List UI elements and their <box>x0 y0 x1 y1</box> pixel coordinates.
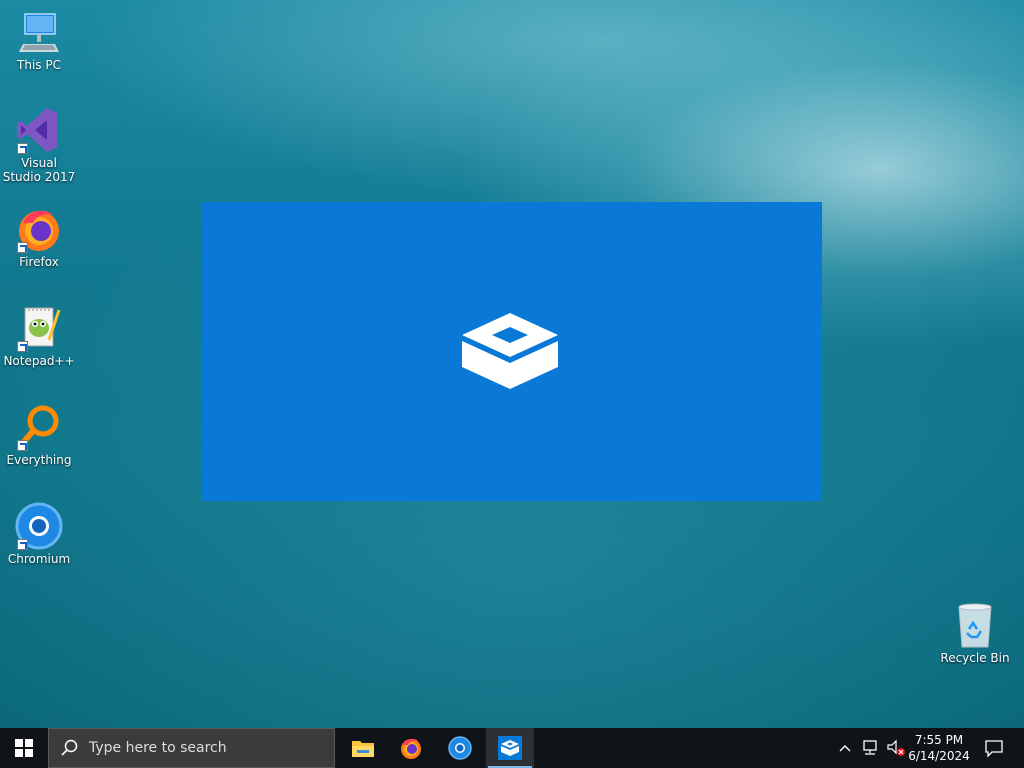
start-button[interactable] <box>0 728 48 768</box>
desktop-icon-label: Firefox <box>19 255 59 269</box>
show-hidden-icons-button[interactable] <box>838 740 854 756</box>
desktop-icon-firefox[interactable]: Firefox <box>1 205 77 269</box>
volume-button[interactable] <box>886 739 906 757</box>
taskbar-app-file-explorer[interactable] <box>339 728 387 768</box>
this-pc-icon <box>15 8 63 56</box>
taskbar-app-chromium[interactable] <box>436 728 484 768</box>
visual-studio-icon <box>15 106 63 154</box>
sandbox-icon <box>462 313 558 389</box>
desktop-icon-recycle-bin[interactable]: Recycle Bin <box>937 601 1013 665</box>
notification-center-button[interactable] <box>984 738 1004 758</box>
volume-muted-icon <box>887 739 905 756</box>
desktop-icon-notepadpp[interactable]: Notepad++ <box>1 304 77 368</box>
taskbar-search-box[interactable]: Type here to search <box>48 728 335 768</box>
desktop-icon-label: Chromium <box>7 552 71 566</box>
desktop-icon-label: Everything <box>6 453 72 467</box>
shortcut-arrow-icon <box>17 440 28 451</box>
file-explorer-icon <box>352 741 374 757</box>
sandbox-icon <box>498 736 522 760</box>
chromium-icon <box>448 736 472 760</box>
network-icon <box>863 740 877 755</box>
clock-time: 7:55 PM <box>914 733 964 747</box>
recycle-bin-icon <box>951 601 999 649</box>
shortcut-arrow-icon <box>17 539 28 550</box>
clock-date: 6/14/2024 <box>908 749 970 763</box>
search-placeholder: Type here to search <box>89 740 227 756</box>
desktop-icon-label: Notepad++ <box>3 354 75 368</box>
desktop: This PC Visual Studio 2017 Firefox Notep… <box>0 0 1024 728</box>
shortcut-arrow-icon <box>17 242 28 253</box>
firefox-icon <box>401 738 421 759</box>
chromium-icon <box>15 502 63 550</box>
sandbox-splash-window <box>202 202 822 501</box>
taskbar-clock[interactable]: 7:55 PM 6/14/2024 <box>906 732 972 764</box>
action-center-icon <box>985 740 1003 758</box>
search-icon <box>61 739 78 756</box>
chevron-up-icon <box>839 745 851 752</box>
desktop-icon-label: Recycle Bin <box>940 651 1010 665</box>
desktop-icon-label-text: Visual Studio 2017 <box>2 156 76 184</box>
network-button[interactable] <box>862 739 880 757</box>
desktop-icon-label: This PC <box>17 58 61 72</box>
shortcut-arrow-icon <box>17 143 28 154</box>
desktop-icon-this-pc[interactable]: This PC <box>1 8 77 72</box>
taskbar: Type here to search 7:55 PM 6/14/2024 <box>0 728 1024 768</box>
everything-icon <box>15 403 63 451</box>
shortcut-arrow-icon <box>17 341 28 352</box>
windows-logo-icon <box>15 739 33 757</box>
desktop-icon-everything[interactable]: Everything <box>1 403 77 467</box>
taskbar-app-sandbox[interactable] <box>486 728 534 768</box>
desktop-icon-label: Visual Studio 2017 <box>1 156 77 184</box>
desktop-icon-visual-studio[interactable]: Visual Studio 2017 <box>1 106 77 184</box>
taskbar-app-firefox[interactable] <box>387 728 435 768</box>
notepadpp-icon <box>15 304 63 352</box>
firefox-icon <box>15 205 63 253</box>
desktop-icon-chromium[interactable]: Chromium <box>1 502 77 566</box>
